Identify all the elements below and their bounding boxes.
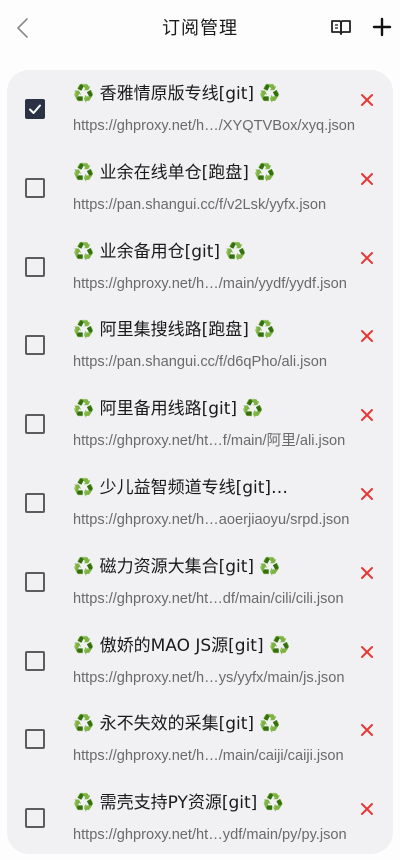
- subscription-checkbox[interactable]: [25, 493, 45, 513]
- subscription-name: ♻️ 业余在线单仓[跑盘] ♻️: [73, 162, 276, 183]
- subscription-name: ♻️ 阿里集搜线路[跑盘] ♻️: [73, 320, 276, 341]
- subscription-name: ♻️ 阿里备用线路[git] ♻️: [73, 399, 264, 420]
- subscription-checkbox[interactable]: [25, 256, 45, 277]
- add-subscription-button[interactable]: [368, 13, 396, 41]
- app-header: 订阅管理: [0, 0, 400, 56]
- delete-button[interactable]: [357, 563, 377, 583]
- subscription-url: https://ghproxy.net/h…/main/caiji/caiji.…: [73, 748, 344, 765]
- close-icon: [361, 724, 373, 737]
- subscription-checkbox[interactable]: [25, 571, 45, 592]
- delete-button[interactable]: [357, 405, 377, 425]
- delete-button[interactable]: [357, 326, 377, 346]
- subscription-name: ♻️ 需壳支持PY资源[git] ♻️: [73, 793, 284, 814]
- subscription-item[interactable]: ♻️ 香雅情原版专线[git] ♻️ https://ghproxy.net/h……: [7, 70, 393, 149]
- subscription-url: https://pan.shangui.cc/f/v2Lsk/yyfx.json: [73, 196, 327, 213]
- close-icon: [361, 94, 373, 106]
- close-icon: [361, 172, 373, 185]
- subscription-item[interactable]: ♻️ 业余备用仓[git] ♻️ https://ghproxy.net/h…/m…: [7, 228, 393, 307]
- delete-button[interactable]: [357, 248, 377, 268]
- subscription-name: ♻️ 傲娇的MAO JS源[git] ♻️: [73, 635, 291, 656]
- subscription-checkbox[interactable]: [25, 177, 45, 198]
- book-button[interactable]: [328, 14, 354, 40]
- subscription-url: https://ghproxy.net/ht…df/main/cili/cili…: [73, 590, 344, 607]
- delete-button[interactable]: [357, 799, 377, 819]
- subscription-item[interactable]: ♻️ 阿里备用线路[git] ♻️ https://ghproxy.net/ht……: [7, 385, 393, 464]
- checkmark-icon: [29, 104, 41, 114]
- book-open-icon: [331, 20, 351, 35]
- subscription-url: https://pan.shangui.cc/f/d6qPho/ali.json: [73, 354, 327, 371]
- subscription-url: https://ghproxy.net/h…/XYQTVBox/xyq.json: [73, 118, 356, 134]
- subscription-item[interactable]: ♻️ 少儿益智频道专线[git]… https://ghproxy.net/h…a…: [7, 464, 393, 543]
- subscription-checkbox[interactable]: [25, 808, 45, 829]
- delete-button[interactable]: [357, 720, 377, 740]
- subscription-url: https://ghproxy.net/h…ys/yyfx/main/js.js…: [73, 669, 345, 686]
- plus-icon: [372, 17, 392, 37]
- delete-button[interactable]: [357, 169, 377, 189]
- subscription-url: https://ghproxy.net/h…aoerjiaoyu/srpd.js…: [73, 512, 350, 528]
- subscription-url: https://ghproxy.net/ht…ydf/main/py/py.js…: [73, 827, 347, 844]
- subscription-checkbox[interactable]: [25, 99, 45, 119]
- delete-button[interactable]: [357, 642, 377, 662]
- subscription-item[interactable]: ♻️ 阿里集搜线路[跑盘] ♻️ https://pan.shangui.cc/f…: [7, 306, 393, 385]
- delete-button[interactable]: [357, 90, 377, 110]
- subscription-list: ♻️ 香雅情原版专线[git] ♻️ https://ghproxy.net/h……: [7, 70, 393, 854]
- bottom-spacer: [0, 854, 400, 860]
- subscription-checkbox[interactable]: [25, 729, 45, 750]
- close-icon: [361, 488, 373, 500]
- subscription-url: https://ghproxy.net/ht…f/main/阿里/ali.jso…: [73, 433, 346, 450]
- subscription-name: ♻️ 永不失效的采集[git] ♻️: [73, 714, 281, 735]
- close-icon: [361, 330, 373, 343]
- subscription-item[interactable]: ♻️ 傲娇的MAO JS源[git] ♻️ https://ghproxy.net…: [7, 622, 393, 701]
- subscription-checkbox[interactable]: [25, 650, 45, 671]
- subscription-checkbox[interactable]: [25, 414, 45, 435]
- close-icon: [361, 803, 373, 816]
- close-icon: [361, 566, 373, 579]
- subscription-item[interactable]: ♻️ 磁力资源大集合[git] ♻️ https://ghproxy.net/ht…: [7, 543, 393, 622]
- close-icon: [361, 645, 373, 658]
- delete-button[interactable]: [357, 484, 377, 504]
- close-icon: [361, 409, 373, 422]
- subscription-item[interactable]: ♻️ 业余在线单仓[跑盘] ♻️ https://pan.shangui.cc/f…: [7, 149, 393, 228]
- subscription-name: ♻️ 香雅情原版专线[git] ♻️: [73, 84, 281, 104]
- subscription-url: https://ghproxy.net/h…/main/yydf/yydf.js…: [73, 275, 347, 292]
- subscription-name: ♻️ 磁力资源大集合[git] ♻️: [73, 556, 281, 577]
- subscription-name: ♻️ 业余备用仓[git] ♻️: [73, 241, 247, 262]
- subscription-checkbox[interactable]: [25, 335, 45, 356]
- subscription-item[interactable]: ♻️ 需壳支持PY资源[git] ♻️ https://ghproxy.net/h…: [7, 779, 393, 854]
- subscription-item[interactable]: ♻️ 永不失效的采集[git] ♻️ https://ghproxy.net/h……: [7, 700, 393, 779]
- subscription-name: ♻️ 少儿益智频道专线[git]…: [73, 478, 289, 498]
- close-icon: [361, 251, 373, 264]
